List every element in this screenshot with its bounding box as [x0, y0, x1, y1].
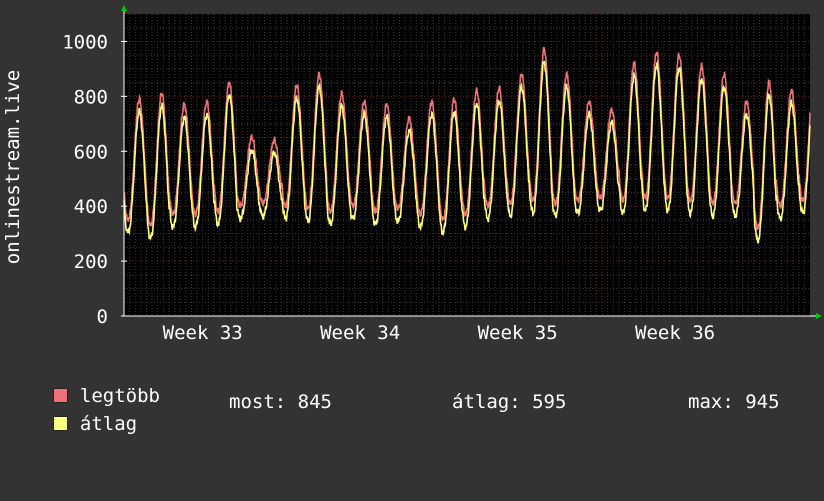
stat-average: átlag: 595: [452, 391, 567, 413]
stat-now: most: 845: [229, 391, 332, 413]
x-tick-label: Week 34: [320, 322, 400, 344]
x-tick-labels: Week 33 Week 34 Week 35 Week 36: [163, 322, 715, 344]
line-chart: 02004006008001000 Week 33 Week 34 Week 35 W…: [2, 5, 822, 344]
y-tick-label: 800: [74, 86, 108, 108]
x-tick-label: Week 33: [163, 322, 243, 344]
x-tick-label: Week 36: [635, 322, 715, 344]
x-tick-label: Week 35: [478, 322, 558, 344]
stat-max: max: 945: [688, 391, 780, 413]
legend-swatch-avg: [52, 416, 68, 431]
y-tick-label: 0: [97, 306, 108, 328]
y-tick-labels: 0 200 400 600 800 1000: [62, 31, 108, 328]
y-tick-label: 200: [74, 251, 108, 273]
legend-label-avg: átlag: [79, 413, 138, 435]
y-tick-label: 400: [74, 196, 108, 218]
legend-row-avg: átlag most: 845 átlag: 595 max: 945: [30, 391, 800, 501]
y-axis-label: onlinestream.live: [2, 70, 24, 264]
y-tick-label: 600: [74, 141, 108, 163]
y-tick-label: 1000: [62, 31, 108, 53]
x-axis-arrow: [816, 313, 822, 319]
y-axis-arrow: [121, 5, 127, 11]
